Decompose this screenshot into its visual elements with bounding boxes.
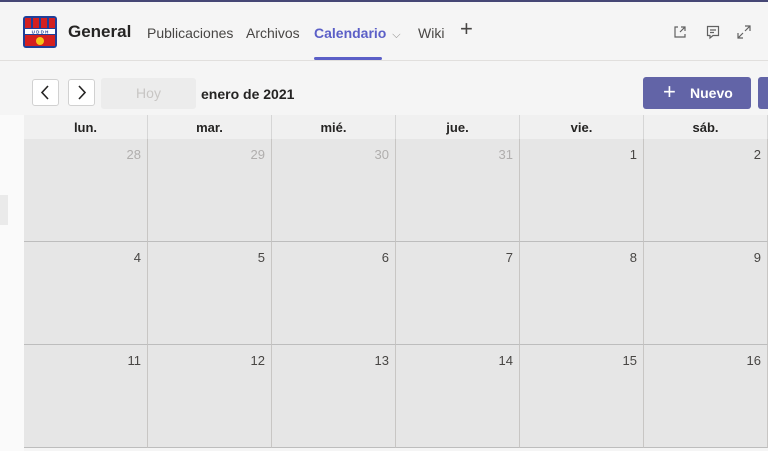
team-name: General — [68, 22, 132, 41]
next-button[interactable] — [68, 79, 95, 106]
day-number: 1 — [629, 147, 637, 162]
calendar-day-cell[interactable]: 15 — [520, 345, 644, 448]
calendar-day-cell[interactable]: 5 — [148, 242, 272, 345]
day-header-row: lun. mar. mié. jue. vie. sáb. — [24, 115, 768, 140]
chevron-right-icon — [78, 85, 87, 100]
conversation-icon[interactable] — [705, 24, 721, 40]
calendar-day-cell[interactable]: 29 — [148, 139, 272, 242]
calendar-day-cell[interactable]: 16 — [644, 345, 768, 448]
tab-wiki[interactable]: Wiki — [418, 25, 444, 41]
day-number: 30 — [374, 147, 389, 162]
calendar-day-cell[interactable]: 4 — [24, 242, 148, 345]
day-number: 11 — [127, 353, 142, 368]
calendar-day-cell[interactable]: 31 — [396, 139, 520, 242]
calendar-day-cell[interactable]: 14 — [396, 345, 520, 448]
calendar-grid: lun. mar. mié. jue. vie. sáb. 28 29 30 3… — [24, 115, 768, 451]
day-header: sáb. — [644, 115, 768, 139]
chevron-left-icon — [40, 85, 49, 100]
day-number: 14 — [498, 353, 513, 368]
plus-icon: + — [663, 79, 676, 104]
day-number: 12 — [250, 353, 265, 368]
day-number: 6 — [381, 250, 389, 265]
calendar-toolbar: Hoy enero de 2021 + Nuevo — [0, 61, 768, 115]
day-number: 15 — [622, 353, 637, 368]
day-header: mar. — [148, 115, 272, 139]
tab-archivos[interactable]: Archivos — [246, 25, 300, 41]
calendar-day-cell[interactable]: 28 — [24, 139, 148, 242]
day-number: 31 — [498, 147, 513, 162]
add-tab-icon[interactable]: + — [460, 18, 473, 40]
day-header: lun. — [24, 115, 148, 139]
day-number: 13 — [374, 353, 389, 368]
logo-text: U D D H — [32, 29, 49, 34]
month-label: enero de 2021 — [201, 86, 295, 102]
calendar-day-cell[interactable]: 2 — [644, 139, 768, 242]
chevron-down-icon[interactable]: ⌵ — [392, 29, 400, 41]
day-header: jue. — [396, 115, 520, 139]
day-number: 5 — [257, 250, 265, 265]
previous-button[interactable] — [32, 79, 59, 106]
pop-out-icon[interactable] — [672, 24, 688, 40]
new-event-dropdown-button[interactable] — [758, 77, 768, 109]
active-tab-indicator — [314, 57, 382, 60]
new-event-button[interactable]: + Nuevo — [643, 77, 751, 109]
calendar-day-cell[interactable]: 30 — [272, 139, 396, 242]
tab-calendario[interactable]: Calendario ⌵ — [314, 25, 401, 42]
day-number: 8 — [629, 250, 637, 265]
day-number: 16 — [746, 353, 761, 368]
today-button[interactable]: Hoy — [101, 78, 196, 109]
team-logo-icon[interactable]: U D D H — [22, 15, 58, 49]
calendar-day-cell[interactable]: 9 — [644, 242, 768, 345]
left-gutter — [0, 115, 24, 451]
day-number: 28 — [126, 147, 141, 162]
tab-calendario-label: Calendario — [314, 25, 387, 41]
day-number: 4 — [133, 250, 141, 265]
calendar-day-cell[interactable]: 12 — [148, 345, 272, 448]
calendar-day-cell[interactable]: 7 — [396, 242, 520, 345]
day-number: 7 — [505, 250, 513, 265]
channel-header: U D D H General Publicaciones Archivos C… — [0, 2, 768, 61]
calendar-day-cell[interactable]: 13 — [272, 345, 396, 448]
calendar-day-cell[interactable]: 11 — [24, 345, 148, 448]
expand-icon[interactable] — [736, 24, 752, 40]
new-event-label: Nuevo — [690, 85, 733, 101]
calendar-day-cell[interactable]: 6 — [272, 242, 396, 345]
calendar-day-cell[interactable]: 8 — [520, 242, 644, 345]
calendar-day-cell[interactable]: 1 — [520, 139, 644, 242]
day-number: 2 — [753, 147, 761, 162]
tab-publicaciones[interactable]: Publicaciones — [147, 25, 233, 41]
left-gutter-shade — [0, 195, 8, 225]
day-number: 29 — [250, 147, 265, 162]
day-number: 9 — [753, 250, 761, 265]
day-header: mié. — [272, 115, 396, 139]
day-header: vie. — [520, 115, 644, 139]
